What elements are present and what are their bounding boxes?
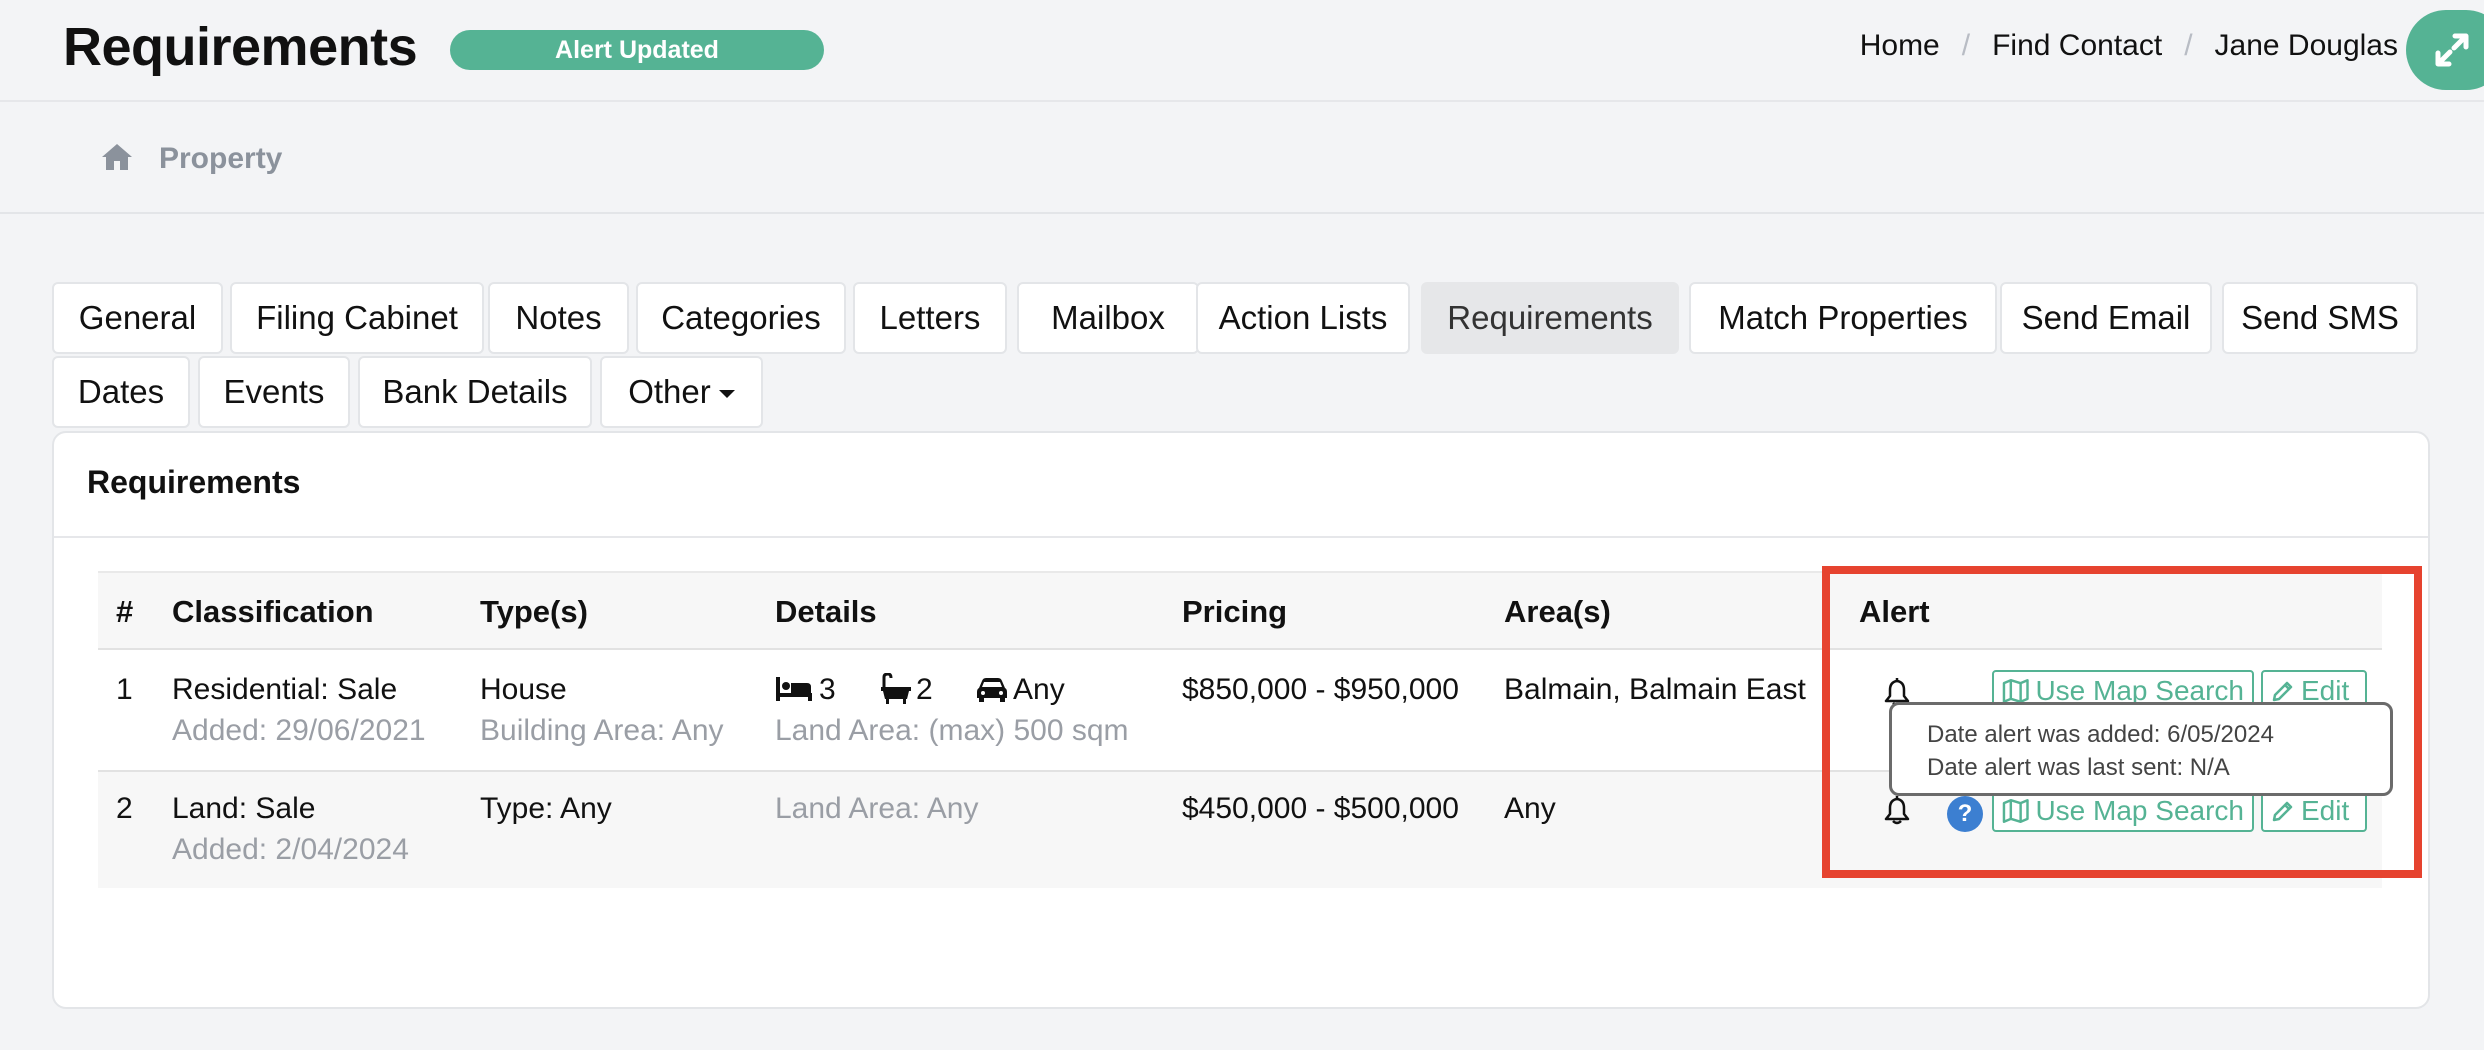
breadcrumb-separator: /	[2184, 29, 2193, 62]
column-header-pricing: Pricing	[1182, 594, 1288, 629]
row-classification: Land: Sale	[172, 792, 316, 825]
tab-dates[interactable]: Dates	[52, 356, 190, 428]
car-icon	[977, 678, 1007, 702]
tab-other-dropdown[interactable]: Other	[600, 356, 763, 428]
row-pricing: $450,000 - $500,000	[1182, 792, 1459, 825]
column-header-details: Details	[775, 594, 877, 629]
row-classification: Residential: Sale	[172, 673, 398, 706]
tab-letters[interactable]: Letters	[853, 282, 1007, 354]
breadcrumb-find-contact[interactable]: Find Contact	[1992, 29, 2162, 63]
row-land-area: Land Area: (max) 500 sqm	[775, 714, 1129, 747]
tab-filing-cabinet[interactable]: Filing Cabinet	[230, 282, 484, 354]
breadcrumb: Home / Find Contact / Jane Douglas	[1860, 26, 2398, 66]
row-land-area: Land Area: Any	[775, 792, 979, 825]
row-added-date: Added: 2/04/2024	[172, 833, 409, 866]
tab-other-label: Other	[628, 373, 711, 410]
panel-title: Requirements	[87, 464, 301, 500]
column-header-types: Type(s)	[480, 594, 588, 629]
row-type: House	[480, 673, 567, 706]
alert-updated-badge: Alert Updated	[450, 30, 824, 70]
row-areas: Balmain, Balmain East	[1504, 673, 1806, 706]
bed-icon	[776, 677, 812, 701]
row-added-date: Added: 29/06/2021	[172, 714, 426, 747]
property-section-label[interactable]: Property	[159, 142, 282, 176]
tab-send-email[interactable]: Send Email	[2000, 282, 2212, 354]
tab-requirements[interactable]: Requirements	[1421, 282, 1679, 354]
row-building-area: Building Area: Any	[480, 714, 724, 747]
tab-send-sms[interactable]: Send SMS	[2222, 282, 2418, 354]
bedrooms-value: 3	[819, 673, 836, 706]
row-areas: Any	[1504, 792, 1556, 825]
tab-events[interactable]: Events	[198, 356, 350, 428]
breadcrumb-home[interactable]: Home	[1860, 29, 1940, 63]
row-pricing: $850,000 - $950,000	[1182, 673, 1459, 706]
tab-match-properties[interactable]: Match Properties	[1689, 282, 1997, 354]
tab-action-lists[interactable]: Action Lists	[1196, 282, 1410, 354]
row-type: Type: Any	[480, 792, 612, 825]
tab-notes[interactable]: Notes	[488, 282, 629, 354]
bath-icon	[881, 673, 911, 704]
tab-mailbox[interactable]: Mailbox	[1017, 282, 1199, 354]
panel-divider	[54, 536, 2428, 538]
tab-bank-details[interactable]: Bank Details	[358, 356, 592, 428]
breadcrumb-separator: /	[1961, 29, 1971, 62]
column-header-classification: Classification	[172, 594, 374, 629]
tab-general[interactable]: General	[52, 282, 223, 354]
tab-categories[interactable]: Categories	[636, 282, 846, 354]
alert-column-highlight	[1822, 566, 2422, 878]
expand-button[interactable]	[2406, 10, 2484, 90]
breadcrumb-contact-name: Jane Douglas	[2214, 29, 2398, 62]
row-number: 2	[116, 792, 133, 825]
bathrooms-value: 2	[916, 673, 933, 706]
home-icon[interactable]	[100, 142, 134, 172]
column-header-areas: Area(s)	[1504, 594, 1611, 629]
expand-icon	[2435, 33, 2469, 67]
caret-down-icon	[718, 390, 735, 398]
row-number: 1	[116, 673, 133, 706]
sub-header	[0, 102, 2484, 214]
page-title: Requirements	[63, 17, 418, 77]
car-spaces-value: Any	[1013, 673, 1065, 706]
column-header-number: #	[116, 594, 134, 629]
